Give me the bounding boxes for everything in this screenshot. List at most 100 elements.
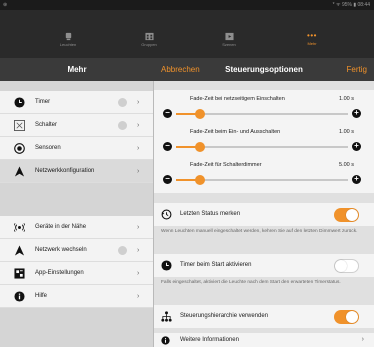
hierarchy-icon xyxy=(161,311,172,322)
sidebar: Timer › Schalter › Sensoren › Netzwerkko… xyxy=(0,81,154,347)
status-indicator-icon: ⊛ xyxy=(3,2,8,8)
toggle-switch[interactable] xyxy=(334,259,359,273)
sidebar-item-label: App-Einstellungen xyxy=(35,270,84,276)
option-note: Wenn Leuchten manuell eingeschaltet werd… xyxy=(161,229,358,234)
chevron-right-icon: › xyxy=(137,99,140,106)
plus-button[interactable]: + xyxy=(352,109,361,118)
slider-track[interactable] xyxy=(176,109,348,119)
sidebar-item-label: Hilfe xyxy=(35,293,48,299)
fade-slider-group: Fade-Zeit bei netzseitigem Einschalten 1… xyxy=(154,90,374,193)
settings-panel: Fade-Zeit bei netzseitigem Einschalten 1… xyxy=(154,81,374,347)
slider-row: Fade-Zeit für Schalterdimmer 5.00 s − + xyxy=(154,158,374,191)
nearby-icon xyxy=(14,223,25,232)
sidebar-item-timer[interactable]: Timer › xyxy=(0,91,153,114)
status-info: * ᯤ 95% ▮ 08:44 xyxy=(332,2,370,8)
chevron-right-icon: › xyxy=(137,293,140,300)
chevron-right-icon: › xyxy=(137,247,140,254)
minus-button[interactable]: − xyxy=(163,142,172,151)
tab-label: Gruppen xyxy=(141,42,157,47)
plus-button[interactable]: + xyxy=(352,175,361,184)
sidebar-item-netzwerk-wechseln[interactable]: Netzwerk wechseln › xyxy=(0,239,153,262)
more-dots-icon: ••• xyxy=(307,31,317,40)
slider-label: Fade-Zeit beim Ein- und Ausschalten xyxy=(190,129,281,135)
option-note: Falls eingeschaltet, aktiviert die Leuch… xyxy=(161,280,341,285)
slider-track[interactable] xyxy=(176,142,348,152)
page-title: Mehr xyxy=(67,65,87,74)
toggle-thumb xyxy=(335,260,347,272)
slider-handle[interactable] xyxy=(195,109,206,119)
sidebar-item-label: Netzwerk wechseln xyxy=(35,247,87,253)
slider-handle[interactable] xyxy=(195,175,206,185)
tab-leuchten[interactable]: Leuchten xyxy=(38,32,98,56)
app-settings-icon xyxy=(14,268,25,279)
info-icon xyxy=(161,336,170,345)
done-button[interactable]: Fertig xyxy=(347,58,367,81)
sidebar-item-sensoren[interactable]: Sensoren › xyxy=(0,137,153,160)
history-icon xyxy=(161,209,172,220)
navigate-icon xyxy=(14,245,25,256)
bulb-icon xyxy=(65,32,71,41)
sidebar-item-label: Sensoren xyxy=(35,145,61,151)
sidebar-item-netzwerkkonfiguration[interactable]: Netzwerkkonfiguration › xyxy=(0,160,153,183)
slider-label: Fade-Zeit bei netzseitigem Einschalten xyxy=(190,96,285,102)
scene-icon xyxy=(224,32,234,41)
option-letzten-status: Letzten Status merken xyxy=(154,203,374,226)
plus-button[interactable]: + xyxy=(352,142,361,151)
tab-bar: Leuchten Gruppen Szenen ••• Mehr xyxy=(0,10,374,58)
slider-track[interactable] xyxy=(176,175,348,185)
option-label: Letzten Status merken xyxy=(180,211,241,217)
sidebar-item-hilfe[interactable]: Hilfe › xyxy=(0,285,153,308)
tab-mehr[interactable]: ••• Mehr xyxy=(282,32,342,56)
chevron-right-icon: › xyxy=(137,270,140,277)
right-header: Abbrechen Steuerungsoptionen Fertig xyxy=(154,58,374,81)
chevron-right-icon: › xyxy=(137,224,140,231)
tab-label: Szenen xyxy=(222,42,236,47)
toggle-switch[interactable] xyxy=(334,208,359,222)
slider-value: 1.00 s xyxy=(339,96,354,102)
sidebar-item-geraete[interactable]: Geräte in der Nähe › xyxy=(0,216,153,239)
more-info-row[interactable]: Weitere Informationen › xyxy=(154,333,374,347)
minus-button[interactable]: − xyxy=(163,175,172,184)
option-timer-start: Timer beim Start aktivieren xyxy=(154,254,374,277)
clock-icon xyxy=(161,260,172,271)
group-icon xyxy=(144,32,154,41)
option-label: Steuerungshierarchie verwenden xyxy=(180,313,269,319)
toggle-thumb xyxy=(346,311,358,323)
detail-title: Steuerungsoptionen xyxy=(225,65,303,74)
tab-label: Leuchten xyxy=(59,42,77,47)
switch-icon xyxy=(14,120,25,131)
info-icon xyxy=(14,291,25,302)
chevron-right-icon: › xyxy=(361,336,364,343)
chevron-right-icon: › xyxy=(137,145,140,152)
chevron-right-icon: › xyxy=(137,168,140,175)
tab-label: Mehr xyxy=(307,41,317,46)
slider-value: 1.00 s xyxy=(339,129,354,135)
slider-row: Fade-Zeit beim Ein- und Ausschalten 1.00… xyxy=(154,125,374,158)
slider-label: Fade-Zeit für Schalterdimmer xyxy=(190,162,262,168)
tab-szenen[interactable]: Szenen xyxy=(199,32,259,56)
left-header: Mehr xyxy=(0,58,154,81)
sensor-icon xyxy=(14,143,25,154)
sidebar-item-app-einstellungen[interactable]: App-Einstellungen › xyxy=(0,262,153,285)
slider-row: Fade-Zeit bei netzseitigem Einschalten 1… xyxy=(154,92,374,125)
chevron-right-icon: › xyxy=(137,122,140,129)
sidebar-item-label: Timer xyxy=(35,99,51,105)
minus-button[interactable]: − xyxy=(163,109,172,118)
clock-icon xyxy=(14,97,25,108)
option-label: Weitere Informationen xyxy=(180,337,239,343)
sidebar-item-label: Netzwerkkonfiguration xyxy=(35,168,95,174)
option-label: Timer beim Start aktivieren xyxy=(180,262,252,268)
slider-handle[interactable] xyxy=(195,142,206,152)
slider-value: 5.00 s xyxy=(339,162,354,168)
navigate-icon xyxy=(14,166,25,177)
status-bar: ⊛ * ᯤ 95% ▮ 08:44 xyxy=(0,0,374,10)
sidebar-item-label: Schalter xyxy=(35,122,58,128)
status-badge xyxy=(118,246,127,255)
sidebar-item-label: Geräte in der Nähe xyxy=(35,224,87,230)
option-hierarchie: Steuerungshierarchie verwenden xyxy=(154,305,374,328)
tab-gruppen[interactable]: Gruppen xyxy=(119,32,179,56)
status-badge xyxy=(118,121,127,130)
toggle-switch[interactable] xyxy=(334,310,359,324)
sidebar-item-schalter[interactable]: Schalter › xyxy=(0,114,153,137)
status-badge xyxy=(118,98,127,107)
